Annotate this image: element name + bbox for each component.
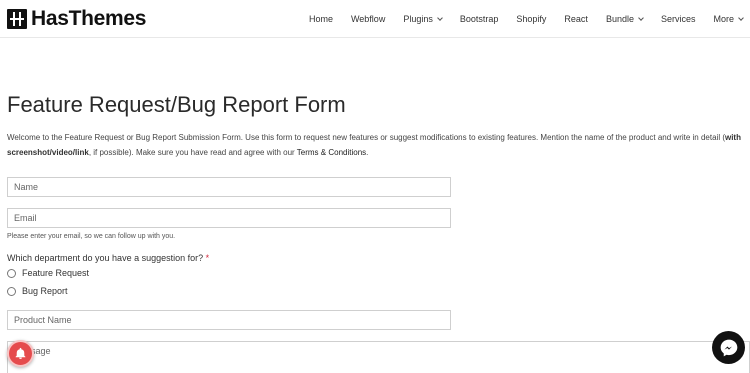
messenger-icon [720, 339, 737, 356]
radio-button[interactable] [7, 268, 16, 278]
main-nav: Home Webflow Plugins Bootstrap Shopify R… [291, 0, 744, 38]
department-question: Which department do you have a suggestio… [7, 253, 210, 263]
radio-button[interactable] [7, 286, 16, 296]
intro-text: Welcome to the Feature Request or Bug Re… [7, 133, 741, 157]
site-header: HasThemes Home Webflow Plugins Bootstrap… [0, 0, 750, 38]
name-field[interactable] [7, 177, 451, 197]
messenger-button[interactable] [712, 331, 745, 364]
logo[interactable]: HasThemes [7, 7, 147, 30]
option-label: Feature Request [22, 268, 90, 278]
bell-icon [15, 347, 26, 359]
page-title: Feature Request/Bug Report Form [7, 92, 346, 117]
option-feature-request[interactable]: Feature Request [7, 268, 89, 278]
required-mark: * [205, 253, 210, 263]
logo-text: HasThemes [31, 7, 147, 30]
nav-bundle[interactable]: Bundle [606, 14, 644, 24]
notification-button[interactable] [7, 340, 34, 367]
logo-icon [7, 9, 27, 29]
message-field[interactable] [7, 341, 750, 373]
nav-plugins[interactable]: Plugins [403, 14, 443, 24]
option-label: Bug Report [22, 286, 68, 296]
email-help-text: Please enter your email, so we can follo… [7, 233, 176, 240]
nav-more[interactable]: More [713, 14, 744, 24]
nav-react[interactable]: React [564, 14, 588, 24]
nav-bootstrap[interactable]: Bootstrap [460, 14, 499, 24]
product-name-field[interactable] [7, 310, 451, 330]
chevron-down-icon [638, 14, 644, 21]
nav-home[interactable]: Home [309, 14, 333, 24]
nav-webflow[interactable]: Webflow [351, 14, 385, 24]
terms-link[interactable]: Terms & Conditions [297, 148, 366, 157]
email-field[interactable] [7, 208, 451, 228]
option-bug-report[interactable]: Bug Report [7, 286, 68, 296]
chevron-down-icon [738, 14, 744, 21]
nav-shopify[interactable]: Shopify [516, 14, 546, 24]
chevron-down-icon [437, 14, 443, 21]
nav-services[interactable]: Services [661, 14, 696, 24]
